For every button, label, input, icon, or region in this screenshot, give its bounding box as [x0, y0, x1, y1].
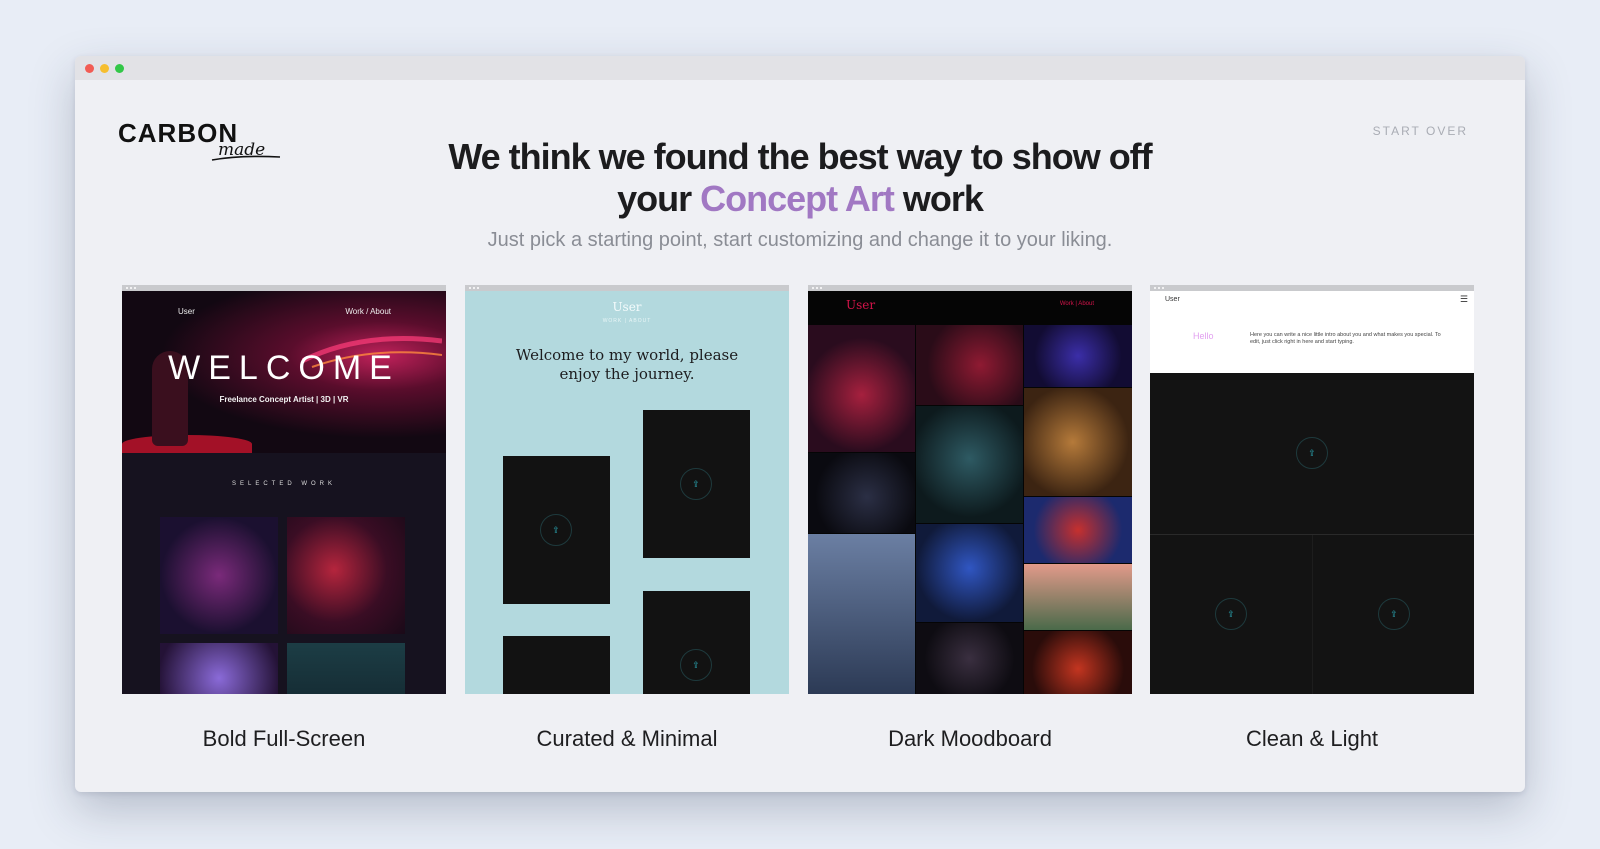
moodboard-tile — [916, 325, 1023, 405]
preview-nav-links: WORK | ABOUT — [602, 318, 652, 324]
preview-divider — [1312, 535, 1313, 694]
maximize-window-button[interactable] — [115, 64, 124, 73]
moodboard-tile — [1024, 564, 1132, 630]
template-preview: User WORK | ABOUT Welcome to my world, p… — [465, 285, 789, 694]
preview-nav-user: User — [178, 307, 195, 316]
template-label: Bold Full-Screen — [202, 726, 366, 751]
template-card-clean-light[interactable]: User ☰ Hello Here you can write a nice l… — [1150, 285, 1474, 751]
moodboard-tile — [916, 524, 1023, 622]
preview-intro-text: Here you can write a nice little intro a… — [1250, 332, 1441, 345]
upload-icon: ⇪ — [1215, 598, 1247, 630]
hamburger-menu-icon: ☰ — [1459, 294, 1468, 304]
preview-hero: User Work / About WELCOME Freelance Conc… — [122, 291, 446, 453]
preview-nav-user: User — [1165, 296, 1180, 303]
moodboard-tile — [1024, 631, 1132, 694]
preview-image-placeholder: ⇪ — [643, 591, 750, 694]
template-label: Dark Moodboard — [888, 726, 1052, 751]
headline-accent: Concept Art — [700, 178, 895, 219]
preview-browser-bar — [808, 285, 1132, 291]
close-window-button[interactable] — [85, 64, 94, 73]
preview-thumbnail — [160, 643, 278, 694]
preview-image-placeholder — [503, 636, 610, 694]
preview-hero-tagline: Freelance Concept Artist | 3D | VR — [219, 395, 349, 404]
browser-window: CARBON made START OVER We think we found… — [75, 56, 1525, 792]
preview-thumbnail — [287, 643, 405, 694]
upload-icon: ⇪ — [540, 514, 572, 546]
preview-thumbnail — [160, 517, 278, 634]
window-titlebar — [75, 56, 1525, 80]
minimize-window-button[interactable] — [100, 64, 109, 73]
preview-hello-heading: Hello — [1193, 331, 1214, 341]
moodboard-tile — [916, 406, 1023, 523]
preview-nav-user: User — [612, 300, 642, 314]
template-label: Curated & Minimal — [536, 726, 718, 751]
template-card-curated-minimal[interactable]: User WORK | ABOUT Welcome to my world, p… — [465, 285, 789, 751]
headline-line-2-prefix: your — [617, 178, 701, 219]
upload-icon: ⇪ — [1378, 598, 1410, 630]
preview-image-placeholder: ⇪ — [1150, 535, 1312, 694]
preview-nav-user: User — [846, 298, 876, 312]
moodboard-tile — [1024, 497, 1132, 563]
headline-line-2-suffix: work — [893, 178, 984, 219]
moodboard-tile — [808, 453, 915, 533]
preview-work-section: SELECTED WORK — [122, 453, 446, 694]
moodboard-tile — [1024, 388, 1132, 496]
template-card-dark-moodboard[interactable]: User Work | About Dark Moodboard — [808, 285, 1132, 751]
template-preview: User Work / About WELCOME Freelance Conc… — [122, 285, 446, 694]
moodboard-tile — [1024, 325, 1132, 387]
upload-icon: ⇪ — [680, 649, 712, 681]
upload-icon: ⇪ — [680, 468, 712, 500]
preview-image-placeholder: ⇪ — [503, 456, 610, 604]
preview-intro-section: User ☰ Hello Here you can write a nice l… — [1150, 291, 1474, 373]
upload-icon: ⇪ — [1296, 437, 1328, 469]
template-label: Clean & Light — [1245, 726, 1379, 751]
template-preview: User Work | About — [808, 285, 1132, 694]
preview-image-placeholder: ⇪ — [643, 410, 750, 558]
preview-nav-links: Work / About — [345, 307, 391, 316]
preview-browser-bar — [465, 285, 789, 291]
template-preview: User ☰ Hello Here you can write a nice l… — [1150, 285, 1474, 694]
page-subtitle: Just pick a starting point, start custom… — [487, 229, 1113, 251]
template-card-bold-full-screen[interactable]: User Work / About WELCOME Freelance Conc… — [122, 285, 446, 751]
preview-nav-links: Work | About — [1059, 301, 1094, 307]
preview-welcome-message: Welcome to my world, please enjoy the jo… — [515, 346, 739, 383]
moodboard-tile — [916, 623, 1023, 694]
preview-image-placeholder: ⇪ — [1150, 373, 1474, 534]
moodboard-tile — [808, 534, 915, 694]
moodboard-tile — [808, 325, 915, 452]
page-headline: We think we found the best way to show o… — [75, 136, 1525, 220]
preview-image-placeholder: ⇪ — [1313, 535, 1474, 694]
template-gallery: User Work / About WELCOME Freelance Conc… — [122, 285, 1474, 751]
preview-section-title: SELECTED WORK — [231, 481, 336, 487]
preview-thumbnail — [287, 517, 405, 634]
preview-hero-title: WELCOME — [168, 349, 400, 387]
headline-line-1: We think we found the best way to show o… — [448, 136, 1152, 177]
